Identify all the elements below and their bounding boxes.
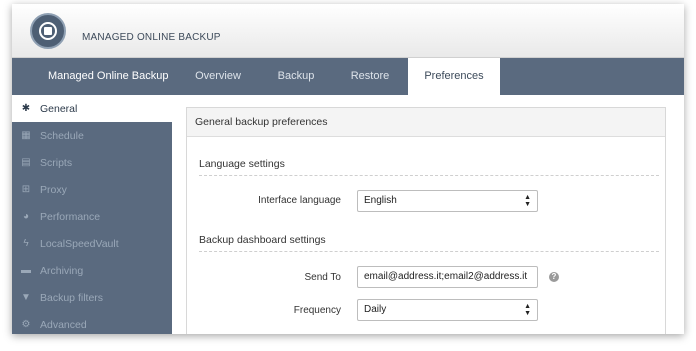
section-divider [199,175,659,176]
sidebar-item-label: Archiving [40,264,84,277]
gear-icon: ✱ [21,103,31,114]
top-header: MANAGED ONLINE BACKUP [12,4,684,58]
sidebar-item-label: Scripts [40,156,73,169]
sidebar-item-label: LocalSpeedVault [40,237,119,250]
bolt-icon: ϟ [23,238,29,249]
sidebar-item-label: Performance [40,210,101,223]
tab-preferences[interactable]: Preferences [408,58,500,95]
panel-title: General backup preferences [187,108,665,137]
sidebar-item-general[interactable]: ✱ General [12,95,172,122]
interface-language-select[interactable]: English ▲ ▼ [357,190,538,212]
sidebar-item-performance[interactable]: ◕ Performance [12,203,172,230]
sidebar-item-backup-filters[interactable]: ▼ Backup filters [12,284,172,311]
sidebar-item-advanced[interactable]: ⚙ Advanced [12,311,172,334]
help-icon[interactable]: ? [549,272,559,282]
tab-restore[interactable]: Restore [332,58,408,95]
sidebar-item-proxy[interactable]: ⊞ Proxy [12,176,172,203]
send-to-value: email@address.it;email2@address.it [364,271,528,282]
sidebar-item-label: Proxy [40,183,67,196]
nav-brand[interactable]: Managed Online Backup [48,58,168,95]
send-to-input[interactable]: email@address.it;email2@address.it [357,266,538,288]
document-icon: ▤ [21,157,31,168]
frequency-select[interactable]: Daily ▲ ▼ [357,299,538,321]
interface-language-value: English [364,195,397,206]
frequency-label: Frequency [293,305,341,316]
app-title: MANAGED ONLINE BACKUP [82,32,221,43]
sidebar-item-localspeedvault[interactable]: ϟ LocalSpeedVault [12,230,172,257]
app-window: MANAGED ONLINE BACKUP Managed Online Bac… [12,4,684,334]
dashboard-section-title: Backup dashboard settings [199,234,326,246]
filter-icon: ▼ [21,292,31,303]
select-caret-icon: ▲ ▼ [524,194,531,208]
sidebar: ✱ General ▦ Schedule ▤ Scripts ⊞ Proxy ◕… [12,95,172,334]
sidebar-item-label: General [40,102,78,115]
main-nav: Managed Online Backup Overview Backup Re… [12,58,684,95]
app-logo [30,13,66,49]
network-icon: ⊞ [21,184,31,195]
select-caret-icon: ▲ ▼ [524,303,531,317]
sidebar-item-label: Backup filters [40,291,104,304]
cogs-icon: ⚙ [21,319,31,330]
preferences-panel: General backup preferences Language sett… [186,107,666,334]
section-divider [199,251,659,252]
tab-overview[interactable]: Overview [176,58,260,95]
send-to-label: Send To [304,272,341,283]
tab-backup[interactable]: Backup [260,58,332,95]
dashboard-icon: ◕ [22,211,30,222]
calendar-icon: ▦ [21,130,31,141]
sidebar-item-label: Schedule [40,129,84,142]
folder-icon: ▬ [21,265,31,276]
sidebar-item-scripts[interactable]: ▤ Scripts [12,149,172,176]
sidebar-item-archiving[interactable]: ▬ Archiving [12,257,172,284]
sidebar-item-label: Advanced [40,318,87,331]
frequency-value: Daily [364,304,387,315]
language-section-title: Language settings [199,158,285,170]
interface-language-label: Interface language [258,195,341,206]
sidebar-item-schedule[interactable]: ▦ Schedule [12,122,172,149]
